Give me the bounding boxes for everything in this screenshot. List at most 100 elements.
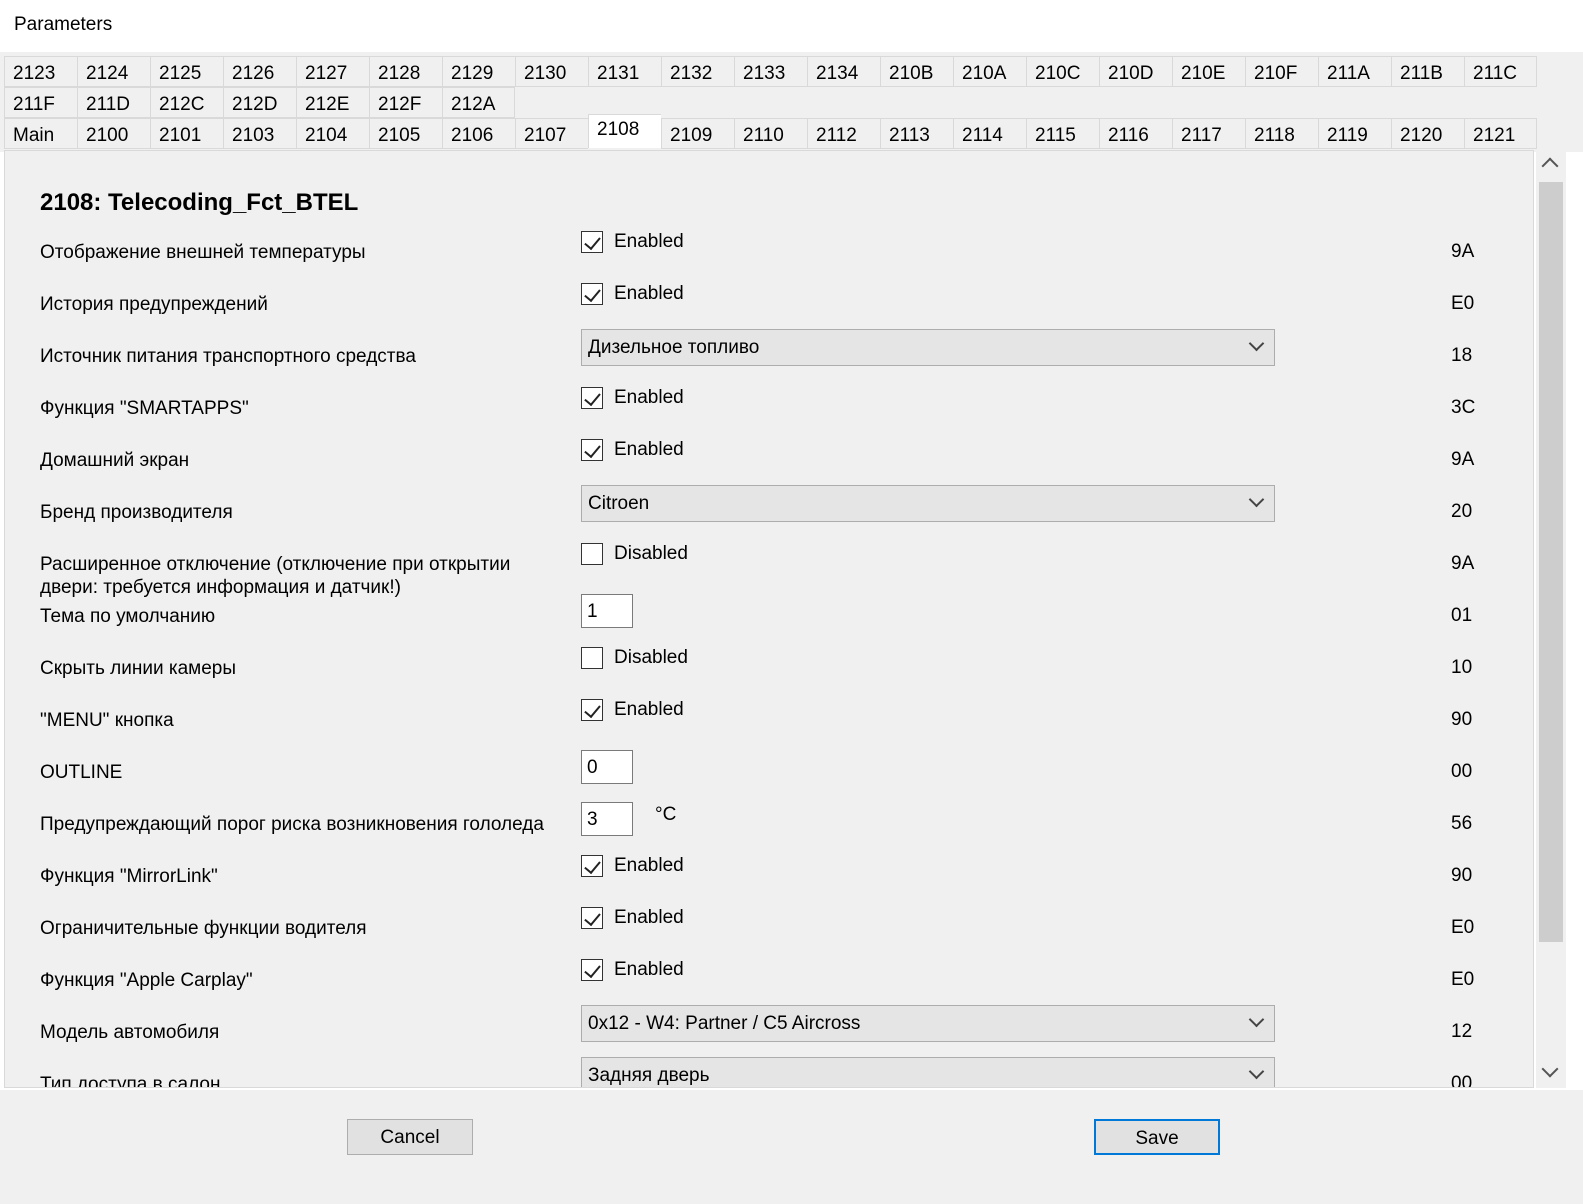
tab-211b[interactable]: 211B [1391, 56, 1464, 87]
chevron-down-icon[interactable] [1248, 491, 1265, 508]
parameter-checkbox[interactable]: Enabled [581, 699, 684, 721]
tab-210b[interactable]: 210B [880, 56, 953, 87]
chevron-down-icon[interactable] [1541, 1060, 1559, 1078]
parameters-panel: 2108: Telecoding_Fct_BTEL Отображение вн… [4, 150, 1534, 1088]
scroll-thumb[interactable] [1539, 182, 1563, 942]
tab-2104[interactable]: 2104 [296, 118, 369, 149]
tab-2130[interactable]: 2130 [515, 56, 588, 87]
tab-main[interactable]: Main [4, 118, 77, 149]
cancel-button[interactable]: Cancel [347, 1119, 473, 1155]
tab-2127[interactable]: 2127 [296, 56, 369, 87]
parameter-checkbox[interactable]: Enabled [581, 439, 684, 461]
parameter-dropdown[interactable]: 0x12 - W4: Partner / C5 Aircross [581, 1005, 1275, 1042]
chevron-down-icon[interactable] [1248, 1063, 1265, 1080]
tab-212c[interactable]: 212C [150, 87, 223, 118]
parameter-label: Ограничительные функции водителя [40, 918, 367, 939]
dropdown-value: Citroen [588, 493, 650, 514]
tab-210c[interactable]: 210C [1026, 56, 1099, 87]
checkbox-checked-icon[interactable] [581, 387, 603, 409]
checkbox-checked-icon[interactable] [581, 959, 603, 981]
tab-211a[interactable]: 211A [1318, 56, 1391, 87]
checkbox-unchecked-icon[interactable] [581, 543, 603, 565]
tab-2121[interactable]: 2121 [1464, 118, 1537, 149]
save-button[interactable]: Save [1094, 1119, 1220, 1155]
tab-210e[interactable]: 210E [1172, 56, 1245, 87]
tab-2116[interactable]: 2116 [1099, 118, 1172, 149]
parameter-number-input[interactable]: 0 [581, 750, 633, 784]
tab-2107[interactable]: 2107 [515, 118, 588, 149]
tab-212d[interactable]: 212D [223, 87, 296, 118]
parameter-checkbox[interactable]: Enabled [581, 907, 684, 929]
tab-2131[interactable]: 2131 [588, 56, 661, 87]
tab-210d[interactable]: 210D [1099, 56, 1172, 87]
tab-2123[interactable]: 2123 [4, 56, 77, 87]
tab-2112[interactable]: 2112 [807, 118, 880, 149]
parameter-number-input[interactable]: 3 [581, 802, 633, 836]
checkbox-label[interactable]: Enabled [614, 387, 684, 409]
tab-2129[interactable]: 2129 [442, 56, 515, 87]
tab-2128[interactable]: 2128 [369, 56, 442, 87]
tab-2134[interactable]: 2134 [807, 56, 880, 87]
checkbox-checked-icon[interactable] [581, 907, 603, 929]
checkbox-label[interactable]: Enabled [614, 855, 684, 877]
tab-2132[interactable]: 2132 [661, 56, 734, 87]
tab-212f[interactable]: 212F [369, 87, 442, 118]
checkbox-label[interactable]: Disabled [614, 543, 688, 565]
parameter-code: 9A [1451, 449, 1475, 470]
parameter-dropdown[interactable]: Citroen [581, 485, 1275, 522]
checkbox-checked-icon[interactable] [581, 439, 603, 461]
tab-2105[interactable]: 2105 [369, 118, 442, 149]
parameter-checkbox[interactable]: Enabled [581, 387, 684, 409]
tab-2117[interactable]: 2117 [1172, 118, 1245, 149]
parameter-checkbox[interactable]: Disabled [581, 647, 688, 669]
checkbox-label[interactable]: Enabled [614, 959, 684, 981]
chevron-down-icon[interactable] [1248, 1011, 1265, 1028]
checkbox-label[interactable]: Disabled [614, 647, 688, 669]
tab-2110[interactable]: 2110 [734, 118, 807, 149]
parameter-dropdown[interactable]: Дизельное топливо [581, 329, 1275, 366]
vertical-scrollbar[interactable] [1536, 150, 1566, 1088]
tab-211c[interactable]: 211C [1464, 56, 1537, 87]
checkbox-label[interactable]: Enabled [614, 439, 684, 461]
tab-212a[interactable]: 212A [442, 87, 515, 118]
chevron-down-icon[interactable] [1248, 335, 1265, 352]
tab-2114[interactable]: 2114 [953, 118, 1026, 149]
tab-2125[interactable]: 2125 [150, 56, 223, 87]
checkbox-label[interactable]: Enabled [614, 907, 684, 929]
tab-2120[interactable]: 2120 [1391, 118, 1464, 149]
checkbox-checked-icon[interactable] [581, 855, 603, 877]
tab-2133[interactable]: 2133 [734, 56, 807, 87]
parameter-checkbox[interactable]: Enabled [581, 855, 684, 877]
parameter-checkbox[interactable]: Enabled [581, 959, 684, 981]
tab-2119[interactable]: 2119 [1318, 118, 1391, 149]
tab-211d[interactable]: 211D [77, 87, 150, 118]
parameter-checkbox[interactable]: Enabled [581, 231, 684, 253]
checkbox-checked-icon[interactable] [581, 699, 603, 721]
tab-2100[interactable]: 2100 [77, 118, 150, 149]
tab-2101[interactable]: 2101 [150, 118, 223, 149]
parameter-checkbox[interactable]: Disabled [581, 543, 688, 565]
tab-210f[interactable]: 210F [1245, 56, 1318, 87]
parameter-checkbox[interactable]: Enabled [581, 283, 684, 305]
tab-210a[interactable]: 210A [953, 56, 1026, 87]
tab-2124[interactable]: 2124 [77, 56, 150, 87]
tab-2113[interactable]: 2113 [880, 118, 953, 149]
tab-2118[interactable]: 2118 [1245, 118, 1318, 149]
tab-2108[interactable]: 2108 [588, 114, 661, 148]
parameter-dropdown[interactable]: Задняя дверь [581, 1057, 1275, 1087]
tab-2106[interactable]: 2106 [442, 118, 515, 149]
checkbox-label[interactable]: Enabled [614, 699, 684, 721]
checkbox-checked-icon[interactable] [581, 231, 603, 253]
chevron-up-icon[interactable] [1541, 157, 1559, 175]
tab-2126[interactable]: 2126 [223, 56, 296, 87]
parameter-number-input[interactable]: 1 [581, 594, 633, 628]
checkbox-label[interactable]: Enabled [614, 283, 684, 305]
tab-2115[interactable]: 2115 [1026, 118, 1099, 149]
tab-211f[interactable]: 211F [4, 87, 77, 118]
tab-2103[interactable]: 2103 [223, 118, 296, 149]
tab-2109[interactable]: 2109 [661, 118, 734, 149]
checkbox-label[interactable]: Enabled [614, 231, 684, 253]
checkbox-unchecked-icon[interactable] [581, 647, 603, 669]
checkbox-checked-icon[interactable] [581, 283, 603, 305]
tab-212e[interactable]: 212E [296, 87, 369, 118]
